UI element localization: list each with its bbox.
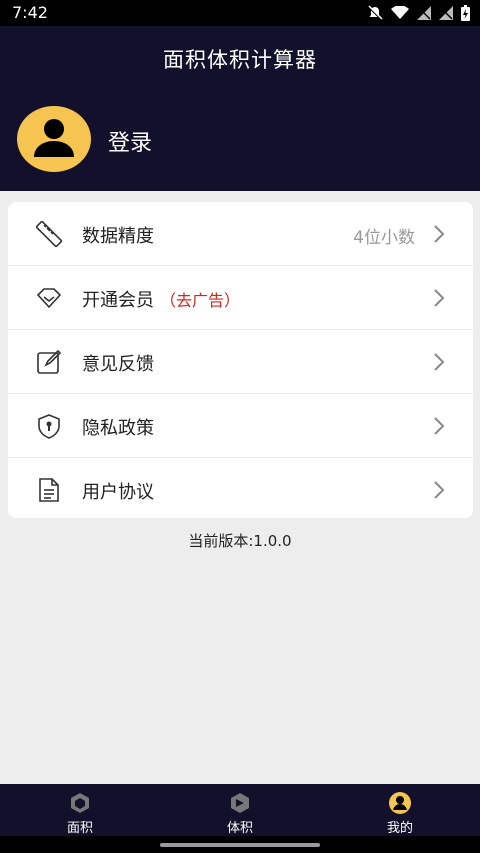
settings-menu: 数据精度 4位小数 开通会员 （去广告） 意见反馈 隐私政策 用户协议 — [8, 202, 473, 518]
menu-label: 数据精度 — [82, 226, 154, 247]
user-icon — [34, 119, 74, 157]
tab-mine[interactable]: 我的 — [320, 784, 480, 836]
ruler-icon — [36, 221, 62, 247]
menu-item-membership[interactable]: 开通会员 （去广告） — [8, 266, 473, 330]
menu-label: 意见反馈 — [82, 354, 154, 375]
menu-item-agreement[interactable]: 用户协议 — [8, 458, 473, 518]
tab-label: 体积 — [226, 821, 253, 836]
wifi-icon — [391, 6, 409, 19]
menu-label: 隐私政策 — [82, 418, 154, 439]
login-link[interactable]: 登录 — [108, 125, 152, 157]
signal-icon-2 — [439, 6, 453, 20]
tab-area[interactable]: 面积 — [0, 784, 160, 836]
document-icon — [39, 478, 59, 502]
page-title: 面积体积计算器 — [163, 48, 317, 72]
system-nav-bar — [0, 836, 480, 853]
menu-item-precision[interactable]: 数据精度 4位小数 — [8, 202, 473, 266]
user-circle-icon — [389, 792, 411, 814]
remove-ads-badge: （去广告） — [160, 291, 241, 310]
chevron-right-icon — [434, 353, 445, 371]
membership-label: 开通会员 — [82, 290, 154, 311]
tab-volume[interactable]: 体积 — [160, 784, 320, 836]
hexagon-icon — [71, 793, 89, 813]
signal-icon — [417, 6, 431, 20]
diamond-icon — [36, 288, 62, 309]
version-text: 当前版本:1.0.0 — [188, 532, 292, 550]
shield-icon — [38, 414, 60, 439]
avatar[interactable] — [17, 106, 91, 172]
chevron-right-icon — [434, 225, 445, 243]
status-time: 7:42 — [12, 3, 48, 22]
notification-off-icon — [368, 5, 383, 20]
tab-label: 我的 — [386, 821, 413, 836]
battery-icon — [461, 5, 470, 21]
tab-label: 面积 — [66, 821, 93, 836]
profile-header: 面积体积计算器 登录 — [0, 26, 480, 191]
home-indicator[interactable] — [160, 843, 320, 847]
chevron-right-icon — [434, 289, 445, 307]
status-icons — [367, 5, 470, 21]
bottom-tab-bar: 面积 体积 我的 — [0, 784, 480, 836]
menu-item-privacy[interactable]: 隐私政策 — [8, 394, 473, 458]
menu-label: 用户协议 — [82, 482, 154, 503]
status-bar: 7:42 — [0, 0, 480, 26]
cube-icon — [231, 793, 249, 813]
precision-value: 4位小数 — [353, 228, 415, 248]
chevron-right-icon — [434, 481, 445, 499]
menu-label: 开通会员 （去广告） — [82, 286, 240, 312]
edit-icon — [37, 349, 62, 374]
menu-item-feedback[interactable]: 意见反馈 — [8, 330, 473, 394]
chevron-right-icon — [434, 417, 445, 435]
